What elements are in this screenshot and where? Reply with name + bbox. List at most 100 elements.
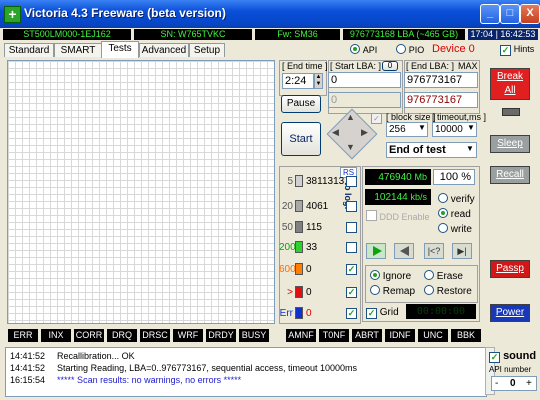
arrow-up-icon[interactable]: ▲ xyxy=(346,112,355,122)
rewind-button[interactable] xyxy=(394,243,414,259)
to-log-checkbox[interactable]: ✓ xyxy=(346,308,357,319)
api-number-value: 0 xyxy=(510,378,516,389)
read-radio[interactable]: read xyxy=(438,208,471,220)
erase-radio[interactable]: Erase xyxy=(424,270,463,282)
break-all-button[interactable]: Break All xyxy=(490,68,530,100)
api-plus[interactable]: + xyxy=(526,377,532,390)
tab-tests[interactable]: Tests xyxy=(101,41,139,58)
status-flag: IDNF xyxy=(385,329,415,342)
start-lba-secondary: 0 xyxy=(328,92,401,108)
status-flag: T0NF xyxy=(319,329,349,342)
progress-speed-unit: kb/s xyxy=(410,192,427,202)
pause-button[interactable]: Pause xyxy=(281,95,321,113)
tab-smart[interactable]: SMART xyxy=(54,43,102,57)
read-label: read xyxy=(450,209,471,220)
counter-color-swatch xyxy=(295,241,303,253)
recall-button[interactable]: Recall xyxy=(490,166,530,184)
lock-checkbox[interactable]: ✓ xyxy=(371,113,382,124)
tab-advanced[interactable]: Advanced xyxy=(139,43,189,57)
close-button[interactable]: X xyxy=(520,4,540,24)
log-time: 14:41:52 xyxy=(10,351,46,361)
status-flag: WRF xyxy=(173,329,203,342)
counter-label: 50 xyxy=(281,222,293,233)
counter-label: 200 xyxy=(279,242,296,253)
start-lba-label: [ Start LBA: ] xyxy=(330,61,382,71)
counter-color-swatch xyxy=(295,221,303,233)
counter-value: 0 xyxy=(306,308,312,319)
grid-checkbox[interactable]: ✓ Grid xyxy=(366,307,399,319)
status-flag: UNC xyxy=(418,329,448,342)
end-action-value: End of test xyxy=(389,144,446,156)
timeout-label: [ timeout,ms ] xyxy=(432,112,487,122)
start-lba-zero-button[interactable]: 0 xyxy=(382,61,398,71)
start-button[interactable]: Start xyxy=(281,122,321,156)
write-radio[interactable]: write xyxy=(438,223,472,235)
status-flag: BUSY xyxy=(239,329,269,342)
start-lba-field[interactable]: 0 xyxy=(328,72,401,88)
counter-color-swatch xyxy=(295,263,303,275)
counter-label: Err xyxy=(279,308,293,319)
status-flag: DRSC xyxy=(140,329,170,342)
progress-percent-box: 100 % xyxy=(433,169,475,185)
arrow-down-icon[interactable]: ▼ xyxy=(346,142,355,152)
minimize-button[interactable]: _ xyxy=(480,4,500,24)
arrow-right-icon[interactable]: ▶ xyxy=(361,127,368,138)
drive-capacity: 976773168 LBA (~465 GB) xyxy=(343,29,465,40)
log-message: Recallibration... OK xyxy=(57,351,135,361)
end-time-label: [ End time ] xyxy=(282,61,328,71)
chevron-down-icon[interactable]: ▼ xyxy=(418,123,426,132)
chevron-down-icon[interactable]: ▼ xyxy=(466,144,474,153)
restore-radio[interactable]: Restore xyxy=(424,285,472,297)
remap-radio[interactable]: Remap xyxy=(370,285,415,297)
ignore-radio[interactable]: Ignore xyxy=(370,270,411,282)
end-lba-field[interactable]: 976773167 xyxy=(404,72,478,88)
status-flag: INX xyxy=(41,329,71,342)
passp-button[interactable]: Passp xyxy=(490,260,530,278)
pio-label: PIO xyxy=(408,45,425,55)
remap-radio-mark xyxy=(370,285,380,295)
counter-value: 33 xyxy=(306,242,318,253)
log-time: 16:15:54 xyxy=(10,375,46,385)
end-time-field[interactable]: 2:24 xyxy=(282,73,314,89)
window-title: Victoria 4.3 Freeware (beta version) xyxy=(24,6,226,20)
to-log-checkbox[interactable]: ✓ xyxy=(346,287,357,298)
progress-mb-unit: Mb xyxy=(414,172,427,182)
counter-label: > xyxy=(287,287,293,298)
maximize-button[interactable]: □ xyxy=(500,4,520,24)
api-number-stepper[interactable]: - 0 + xyxy=(491,376,537,391)
progress-percent: 100 xyxy=(439,171,459,183)
chevron-down-icon[interactable]: ▼ xyxy=(467,123,475,132)
to-log-checkbox[interactable] xyxy=(346,242,357,253)
drive-firmware: Fw: SM36 xyxy=(255,29,340,40)
tab-standard[interactable]: Standard xyxy=(4,43,54,57)
end-lba-max-button[interactable]: MAX xyxy=(458,61,478,71)
timer-display: 00:00:00 xyxy=(406,304,476,319)
verify-label: verify xyxy=(450,194,475,205)
api-minus[interactable]: - xyxy=(495,377,498,390)
skip-back-button[interactable]: |<? xyxy=(424,243,444,259)
skip-end-button[interactable]: ▶| xyxy=(452,243,472,259)
status-flag: ERR xyxy=(8,329,38,342)
sleep-button[interactable]: Sleep xyxy=(490,135,530,153)
arrow-left-icon[interactable]: ◀ xyxy=(332,127,339,138)
sound-checkbox[interactable]: ✓ sound xyxy=(489,350,536,363)
power-button[interactable]: Power xyxy=(490,304,530,322)
end-action-select[interactable]: End of test xyxy=(386,142,477,158)
end-time-spinner[interactable]: ▲ ▼ xyxy=(314,73,323,89)
api-radio[interactable]: API xyxy=(350,44,377,56)
counter-color-swatch xyxy=(295,307,303,319)
ddd-checkbox[interactable]: DDD Enable xyxy=(366,210,430,222)
timeout-value: 10000 xyxy=(435,124,463,135)
status-flag: AMNF xyxy=(286,329,316,342)
tab-setup[interactable]: Setup xyxy=(189,43,225,57)
hints-checkbox[interactable]: ✓ Hints xyxy=(500,44,534,56)
play-button[interactable] xyxy=(366,243,386,259)
to-log-checkbox[interactable]: ✓ xyxy=(346,264,357,275)
counter-value: 0 xyxy=(306,287,312,298)
to-log-checkbox[interactable] xyxy=(346,222,357,233)
to-log-checkbox[interactable] xyxy=(346,176,357,187)
counter-value: 3811313 xyxy=(306,176,345,187)
verify-radio[interactable]: verify xyxy=(438,193,475,205)
to-log-checkbox[interactable] xyxy=(346,201,357,212)
pio-radio[interactable]: PIO xyxy=(396,44,424,56)
